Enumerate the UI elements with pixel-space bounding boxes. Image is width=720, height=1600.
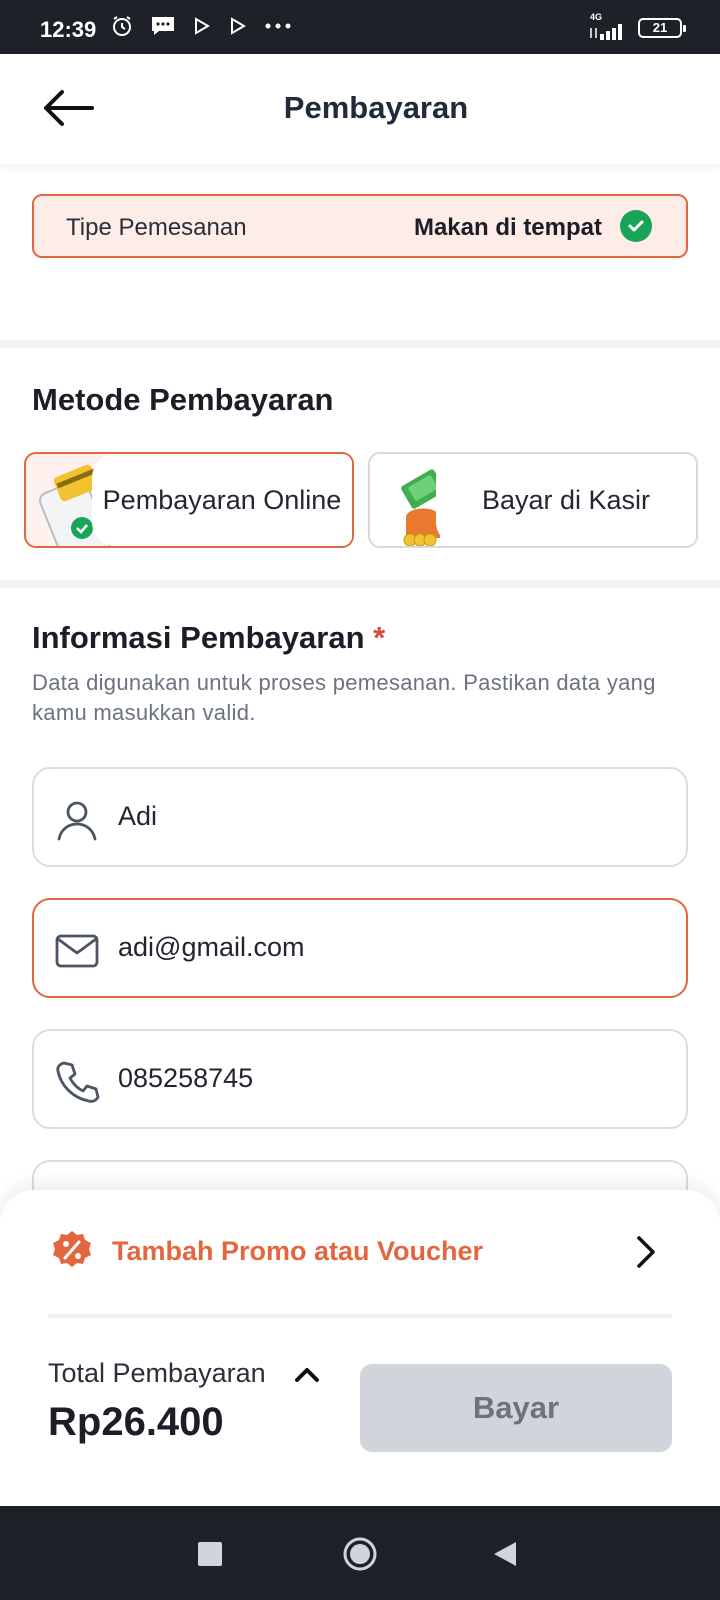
phone-icon: [56, 1061, 100, 1103]
checkout-sheet: Tambah Promo atau Voucher Total Pembayar…: [0, 1190, 720, 1506]
back-nav-button[interactable]: [492, 1540, 518, 1568]
signal-icon: 4G: [588, 12, 628, 40]
battery-icon: 21: [638, 18, 686, 38]
recents-button[interactable]: [198, 1542, 222, 1566]
payment-info-title: Informasi Pembayaran *: [32, 620, 385, 656]
payment-option-label: Pembayaran Online: [92, 454, 352, 546]
phone-input[interactable]: [118, 1063, 658, 1094]
notification-icons: [110, 14, 292, 38]
chevron-up-icon[interactable]: [292, 1360, 322, 1388]
chevron-right-icon: [637, 1236, 655, 1268]
section-divider: [0, 340, 720, 348]
payment-info-description: Data digunakan untuk proses pemesanan. P…: [32, 670, 656, 725]
name-input[interactable]: [118, 801, 658, 832]
order-type-card: Tipe Pemesanan Makan di tempat: [32, 194, 688, 258]
email-input[interactable]: [118, 932, 658, 963]
order-type-label: Tipe Pemesanan: [66, 214, 247, 241]
discount-badge-icon: [53, 1231, 91, 1267]
check-circle-icon: [620, 210, 652, 242]
app-header: Pembayaran: [0, 54, 720, 164]
status-bar: 12:39 4G 21: [0, 0, 720, 54]
total-amount: Rp26.400: [48, 1400, 224, 1444]
payment-option-online[interactable]: Pembayaran Online: [24, 452, 354, 548]
more-icon: [265, 23, 291, 29]
order-type-value: Makan di tempat: [413, 214, 602, 241]
system-nav-bar: [0, 1506, 720, 1600]
required-mark: *: [373, 620, 386, 655]
name-field[interactable]: [32, 767, 688, 867]
play-store-icon: [231, 17, 246, 35]
mail-icon: [55, 934, 99, 968]
page-title: Pembayaran: [283, 90, 469, 125]
message-icon: [152, 17, 174, 35]
sheet-divider: [48, 1314, 672, 1318]
email-field[interactable]: [32, 898, 688, 998]
home-button[interactable]: [342, 1536, 378, 1572]
status-time: 12:39: [40, 17, 97, 42]
total-label[interactable]: Total Pembayaran: [48, 1358, 266, 1389]
payment-option-label: Bayar di Kasir: [436, 454, 696, 546]
network-type: 4G: [590, 12, 603, 22]
section-divider: [0, 580, 720, 588]
payment-option-cashier[interactable]: Bayar di Kasir: [368, 452, 698, 548]
pay-button[interactable]: Bayar: [360, 1364, 672, 1452]
payment-info-title-text: Informasi Pembayaran: [32, 620, 365, 655]
alarm-icon: [113, 16, 131, 36]
play-store-icon: [195, 17, 210, 35]
user-icon: [57, 801, 97, 841]
payment-method-title: Metode Pembayaran: [32, 382, 334, 417]
system-icons: 4G 21: [588, 12, 686, 40]
phone-field[interactable]: [32, 1029, 688, 1129]
promo-voucher-label: Tambah Promo atau Voucher: [112, 1236, 484, 1266]
promo-voucher-row[interactable]: Tambah Promo atau Voucher: [48, 1212, 672, 1292]
